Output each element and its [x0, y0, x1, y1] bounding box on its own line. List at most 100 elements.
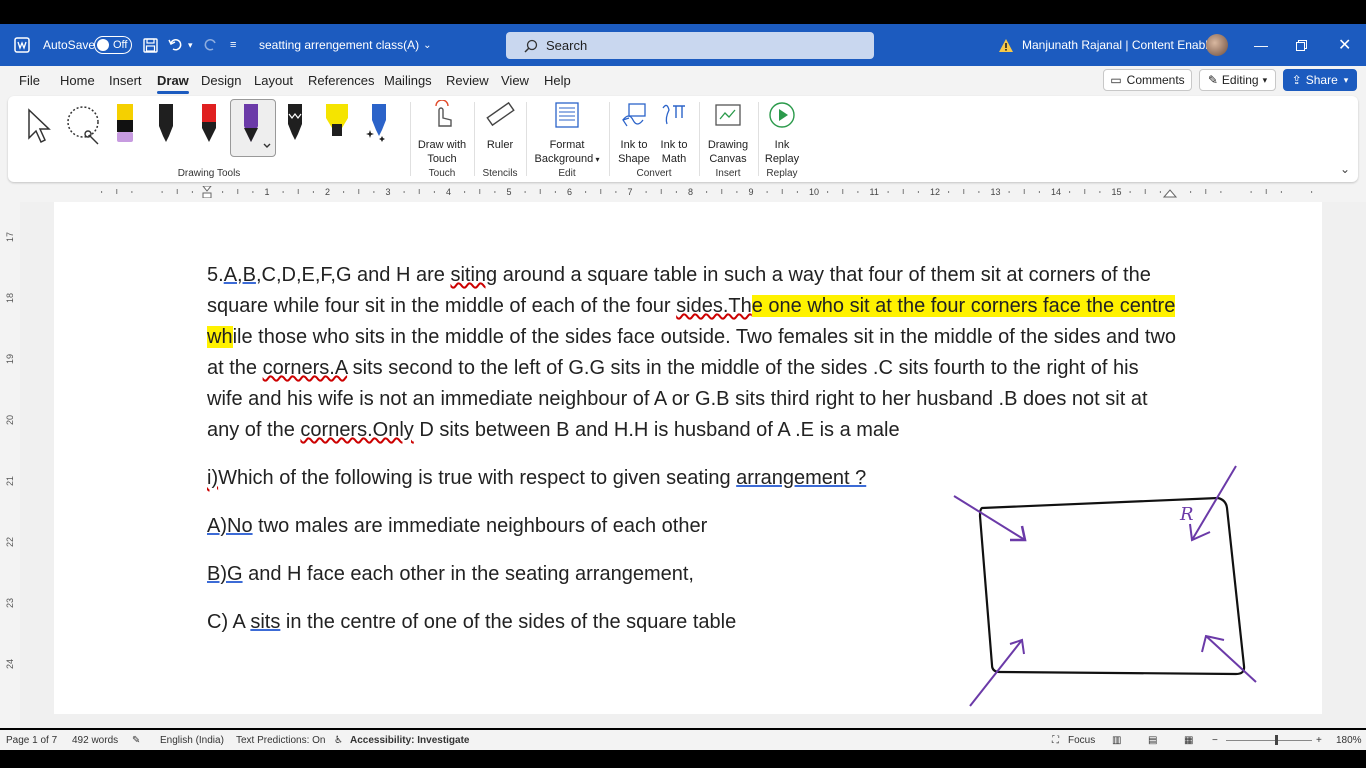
ruler-tick [464, 191, 466, 193]
spelling-error[interactable]: corners.Only [300, 419, 413, 441]
group-stencils: Stencils [482, 168, 518, 179]
word-count[interactable]: 492 words [72, 735, 118, 746]
focus-button[interactable]: Focus [1068, 735, 1095, 746]
tab-draw[interactable]: Draw [157, 73, 189, 94]
format-background-line1: Format [549, 139, 585, 151]
zoom-in-icon[interactable]: + [1316, 735, 1322, 746]
collapse-ribbon-icon[interactable]: ⌄ [1340, 162, 1350, 176]
tab-file[interactable]: File [19, 73, 40, 88]
lasso-select-icon[interactable] [64, 100, 104, 156]
tab-view[interactable]: View [501, 73, 529, 88]
ruler-tick [494, 191, 496, 193]
vruler-label: 19 [5, 353, 16, 365]
search-box[interactable]: Search [506, 32, 874, 59]
user-name[interactable]: Manjunath Rajanal | Content Enablers [1022, 24, 1225, 66]
vruler-label: 22 [5, 536, 16, 548]
ink-to-math-button[interactable]: Ink to Math [654, 100, 694, 166]
redo-icon[interactable] [202, 24, 218, 66]
undo-dropdown-icon[interactable]: ▾ [188, 24, 193, 66]
tab-review[interactable]: Review [446, 73, 489, 88]
format-background-button[interactable]: Format Background ▾ [530, 100, 604, 167]
tab-design[interactable]: Design [201, 73, 241, 88]
chevron-down-icon: ⌄ [423, 39, 432, 51]
text-run-underlined: A)No [207, 515, 253, 537]
black-pen-icon[interactable] [151, 100, 181, 156]
right-indent-marker[interactable] [1162, 189, 1178, 198]
ink-replay-button[interactable]: Ink Replay [762, 100, 802, 166]
ruler-tick [297, 189, 299, 194]
text-run: D sits between B and H.H is husband of A… [413, 419, 900, 441]
ink-arrow [953, 495, 1026, 541]
drawing-canvas-button[interactable]: Drawing Canvas [704, 100, 752, 166]
spelling-error[interactable]: siting [450, 264, 497, 286]
vruler-label: 17 [5, 231, 16, 243]
zoom-slider-thumb[interactable] [1275, 735, 1278, 745]
tab-mailings[interactable]: Mailings [384, 73, 432, 88]
tab-help[interactable]: Help [544, 73, 571, 88]
vertical-ruler[interactable]: 17 18 19 20 21 22 23 24 [0, 202, 20, 728]
pencil-pen-icon[interactable] [110, 100, 140, 156]
zoom-out-icon[interactable]: − [1212, 735, 1218, 746]
avatar[interactable] [1206, 24, 1228, 66]
indent-marker[interactable] [202, 186, 212, 198]
ruler-button[interactable]: Ruler [480, 100, 520, 152]
print-layout-icon[interactable]: ▤ [1148, 735, 1157, 746]
vruler-label: 24 [5, 658, 16, 670]
warning-icon[interactable] [998, 24, 1014, 66]
tab-home[interactable]: Home [60, 73, 95, 88]
page-count[interactable]: Page 1 of 7 [6, 735, 57, 746]
drawing-canvas-line2: Canvas [709, 153, 747, 165]
language[interactable]: English (India) [160, 735, 224, 746]
ruler-tick [1129, 191, 1131, 193]
draw-with-touch-button[interactable]: Draw with Touch [414, 99, 470, 166]
tab-insert[interactable]: Insert [109, 73, 142, 88]
web-layout-icon[interactable]: ▦ [1184, 735, 1193, 746]
spelling-error[interactable]: corners.A [263, 357, 347, 379]
ink-to-shape-button[interactable]: Ink to Shape [614, 100, 654, 166]
draw-with-touch-line1: Draw with [417, 139, 467, 151]
text-run-underlined: arrangement ? [736, 467, 867, 489]
ruler-tick [1205, 189, 1207, 194]
tab-layout[interactable]: Layout [254, 73, 293, 88]
text-predictions[interactable]: Text Predictions: On [236, 735, 325, 746]
ruler-tick [902, 189, 904, 194]
ruler-tick [585, 191, 587, 193]
proofing-icon[interactable]: ✎ [132, 735, 140, 746]
restore-icon[interactable] [1296, 24, 1307, 66]
select-arrow-icon[interactable] [24, 100, 54, 156]
zoom-level[interactable]: 180% [1336, 735, 1362, 746]
galaxy-pen-icon[interactable] [364, 100, 394, 156]
read-mode-icon[interactable]: ▥ [1112, 735, 1121, 746]
red-pen-icon[interactable] [194, 100, 224, 156]
vruler-label: 20 [5, 414, 16, 426]
ink-drawing-square-table[interactable]: R [940, 460, 1270, 720]
word-icon[interactable] [14, 24, 30, 66]
comments-button[interactable]: ▭ Comments [1103, 69, 1192, 91]
ribbon-area: Drawing Tools Draw with Touch Touch Rule… [0, 94, 1366, 186]
customize-toolbar-icon[interactable]: ≡ [230, 24, 236, 66]
undo-icon[interactable] [168, 24, 184, 66]
autosave-toggle[interactable]: Off [94, 24, 132, 66]
spelling-error[interactable]: sides.Th [676, 295, 752, 317]
share-label: Share [1305, 73, 1338, 87]
accessibility-status[interactable]: Accessibility: Investigate [350, 735, 470, 746]
share-button[interactable]: ⇪ Share ▾ [1283, 69, 1357, 91]
document-title[interactable]: seatting arrengement class(A) ⌄ [259, 24, 431, 66]
ruler-tick [660, 189, 662, 194]
close-icon[interactable]: ✕ [1338, 24, 1351, 66]
ruler-tick [237, 189, 239, 194]
marker-pen-icon[interactable] [280, 100, 310, 156]
group-divider [699, 102, 700, 176]
text-run: two males are immediate neighbours of ea… [252, 515, 708, 537]
minimize-icon[interactable]: — [1254, 24, 1268, 66]
editing-button[interactable]: ✎ Editing ▾ [1199, 69, 1276, 91]
ruler-tick [101, 191, 103, 193]
horizontal-ruler[interactable]: 1 2 3 4 5 6 7 8 9 10 11 12 13 14 15 [54, 186, 1322, 198]
save-icon[interactable] [143, 24, 158, 66]
tab-references[interactable]: References [308, 73, 374, 88]
purple-pen-selected[interactable] [230, 99, 276, 157]
ruler-label: 14 [1051, 187, 1061, 197]
ruler-label: 9 [749, 187, 754, 197]
highlighter-pen-icon[interactable] [322, 100, 352, 156]
zoom-slider[interactable] [1226, 740, 1312, 741]
